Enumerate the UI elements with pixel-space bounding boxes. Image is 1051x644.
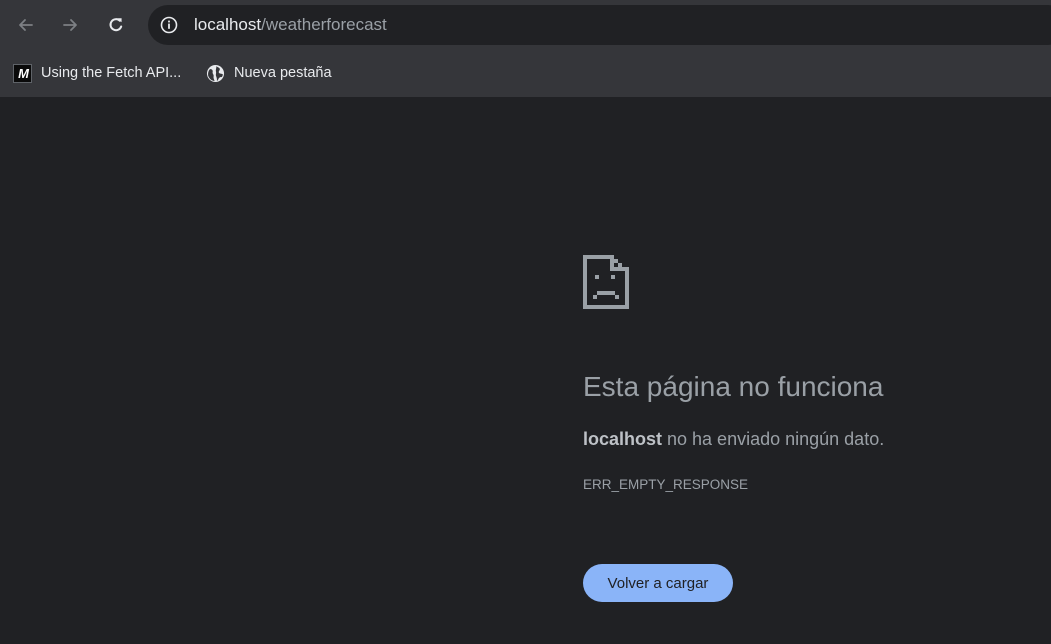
reload-icon — [109, 18, 123, 32]
error-code: ERR_EMPTY_RESPONSE — [583, 477, 749, 492]
error-host: localhost — [583, 429, 663, 449]
url-path: /weatherforecast — [261, 15, 387, 34]
reload-page-button[interactable]: Volver a cargar — [583, 564, 733, 602]
reload-button[interactable] — [100, 9, 132, 41]
back-button[interactable] — [10, 9, 42, 41]
bookmark-nueva-pestana[interactable]: Nueva pestaña — [206, 61, 332, 85]
error-description-text: no ha enviado ningún dato. — [662, 429, 885, 449]
url-host: localhost — [194, 15, 262, 34]
browser-toolbar: localhost/weatherforecast — [0, 0, 1051, 50]
sad-page-icon — [583, 255, 629, 309]
address-bar[interactable]: localhost/weatherforecast — [148, 5, 1051, 45]
bookmark-fetch-api[interactable]: M Using the Fetch API... — [13, 61, 181, 85]
bookmark-label: Nueva pestaña — [234, 65, 332, 81]
arrow-right-icon — [63, 19, 77, 31]
error-title: Esta página no funciona — [583, 371, 884, 402]
error-description: localhost no ha enviado ningún dato. — [583, 428, 884, 450]
url-text[interactable]: localhost/weatherforecast — [194, 15, 387, 35]
info-icon[interactable] — [158, 14, 180, 36]
forward-button[interactable] — [54, 9, 86, 41]
mdn-logo-icon: M — [13, 63, 32, 83]
globe-icon — [206, 64, 225, 83]
error-page: Esta página no funciona localhost no ha … — [0, 97, 1051, 644]
arrow-left-icon — [19, 19, 33, 31]
bookmark-label: Using the Fetch API... — [41, 65, 182, 81]
bookmarks-bar: M Using the Fetch API... Nueva pestaña — [0, 50, 1051, 97]
